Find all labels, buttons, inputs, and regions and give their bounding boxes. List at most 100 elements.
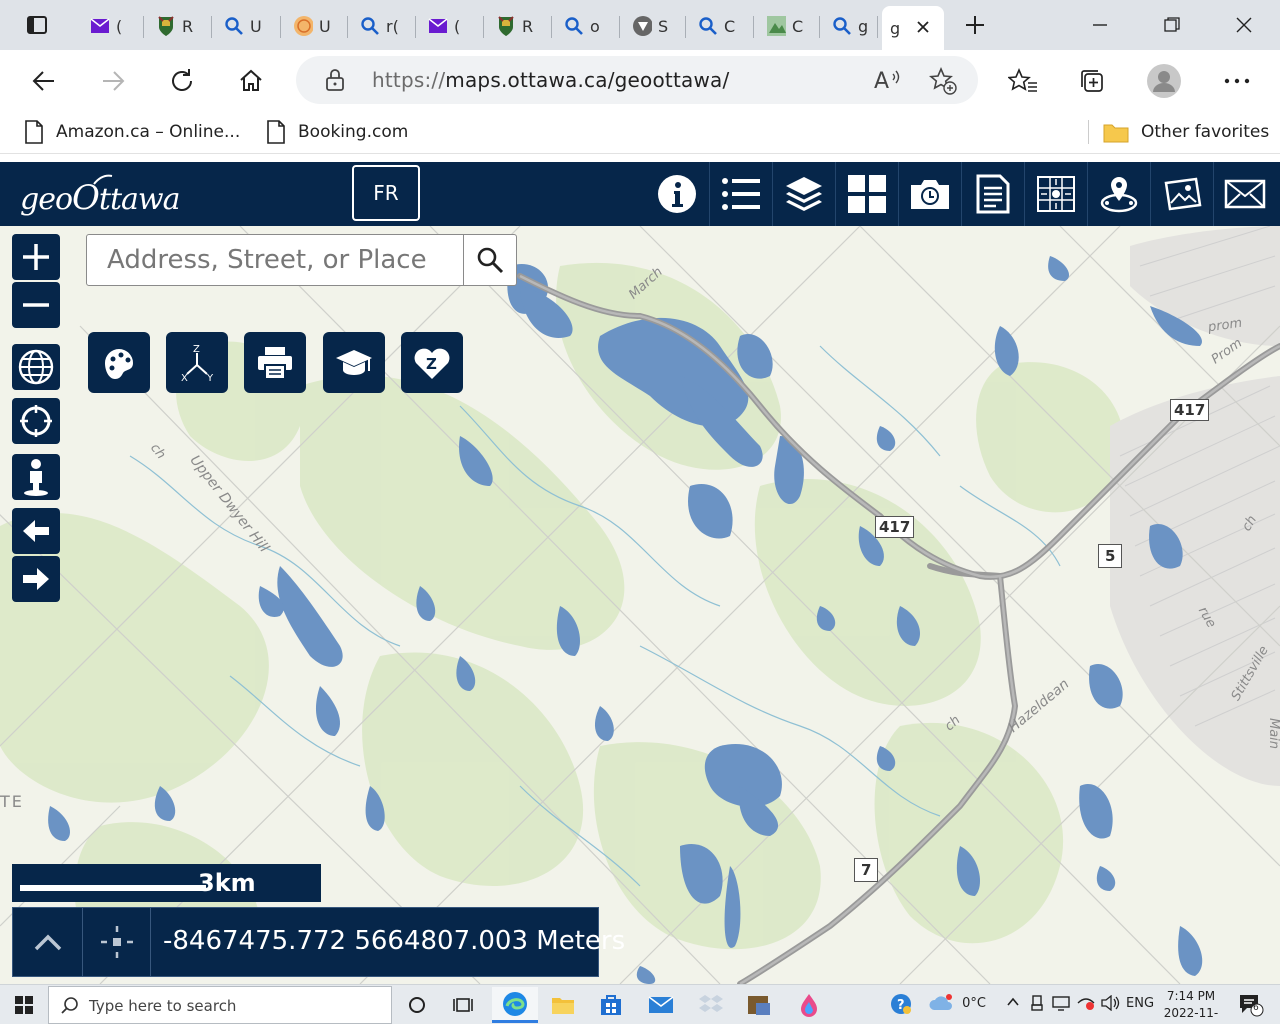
- url-box[interactable]: https://maps.ottawa.ca/geoottawa/ A: [296, 56, 978, 104]
- lock-icon[interactable]: [324, 68, 346, 96]
- favorites-icon[interactable]: [1004, 62, 1042, 100]
- usb-tray-icon[interactable]: [1030, 995, 1044, 1015]
- more-menu-icon[interactable]: [1218, 62, 1256, 100]
- favorite-amazon[interactable]: Amazon.ca – Online...: [24, 118, 240, 146]
- graduation-cap-icon: [336, 349, 372, 375]
- weather-tray[interactable]: 0°C: [928, 993, 986, 1013]
- geoottawa-logo[interactable]: geoOttawa: [20, 172, 180, 218]
- cortana-icon: [409, 997, 425, 1013]
- tab-separator: [551, 16, 552, 38]
- browser-tab[interactable]: C: [758, 8, 820, 44]
- contact-mail-button[interactable]: [1213, 162, 1275, 226]
- read-aloud-icon[interactable]: A: [874, 68, 902, 96]
- taskbar-edge[interactable]: [492, 987, 538, 1023]
- photo-button[interactable]: [1150, 162, 1212, 226]
- historical-imagery-button[interactable]: [898, 162, 960, 226]
- start-button[interactable]: [0, 985, 48, 1024]
- map-pin-icon: [1100, 177, 1137, 213]
- info-button[interactable]: [646, 162, 708, 226]
- zoom-out-button[interactable]: [12, 282, 60, 328]
- browser-tab[interactable]: (: [420, 8, 484, 44]
- education-button[interactable]: [323, 332, 385, 393]
- browser-tab[interactable]: R: [488, 8, 552, 44]
- search-button[interactable]: [463, 235, 516, 285]
- printer-icon: [258, 346, 292, 380]
- taskbar-search-box[interactable]: Type here to search: [48, 986, 392, 1024]
- globe-icon: [18, 349, 54, 385]
- taskbar-file-explorer[interactable]: [540, 987, 586, 1023]
- full-extent-button[interactable]: [12, 344, 60, 390]
- browser-tab[interactable]: (: [82, 8, 144, 44]
- search-icon: [360, 16, 380, 36]
- back-icon[interactable]: [25, 62, 63, 100]
- notifications-button[interactable]: 6: [1238, 993, 1264, 1021]
- cortana-button[interactable]: [394, 987, 440, 1023]
- collections-icon[interactable]: [1073, 62, 1111, 100]
- coordinate-pick-button[interactable]: [83, 908, 151, 976]
- browser-tab[interactable]: R: [148, 8, 212, 44]
- tab-title: (: [454, 16, 461, 36]
- url-text[interactable]: https://maps.ottawa.ca/geoottawa/: [372, 68, 729, 92]
- network-tray-icon[interactable]: [1076, 995, 1096, 1015]
- browser-tab[interactable]: r(: [352, 8, 416, 44]
- close-window-icon[interactable]: [1224, 10, 1264, 40]
- print-button[interactable]: [244, 332, 306, 393]
- taskbar-mail[interactable]: [638, 987, 684, 1023]
- address-search-input[interactable]: [87, 235, 463, 285]
- measure-tool-button[interactable]: [88, 332, 150, 393]
- zoom-in-button[interactable]: [12, 234, 60, 280]
- tab-title: g: [858, 16, 869, 36]
- browser-tab[interactable]: U: [285, 8, 348, 44]
- browser-tab[interactable]: C: [690, 8, 754, 44]
- previous-extent-button[interactable]: [12, 508, 60, 554]
- map-grid-button[interactable]: [1024, 162, 1086, 226]
- tab-title: R: [522, 16, 534, 36]
- xyz-coordinate-button[interactable]: Z X Y: [166, 332, 228, 393]
- restore-icon[interactable]: [1152, 10, 1192, 40]
- profile-avatar[interactable]: [1145, 62, 1183, 100]
- zoning-button[interactable]: Z: [401, 332, 463, 393]
- taskbar-clock[interactable]: 7:14 PM 2022-11-16: [1158, 988, 1224, 1024]
- coordinate-toggle-button[interactable]: [13, 908, 83, 976]
- new-tab-icon[interactable]: [960, 10, 990, 40]
- volume-tray-icon[interactable]: [1100, 994, 1120, 1015]
- add-favorite-icon[interactable]: [928, 66, 958, 100]
- french-language-button[interactable]: FR: [352, 165, 420, 221]
- browser-tab[interactable]: g: [882, 6, 944, 50]
- document-button[interactable]: [961, 162, 1023, 226]
- search-icon: [564, 16, 584, 36]
- taskbar-store[interactable]: [588, 987, 634, 1023]
- search-icon: [477, 247, 504, 274]
- street-view-button[interactable]: [12, 454, 60, 500]
- help-tray-icon[interactable]: ?: [890, 993, 912, 1019]
- taskbar-app-photo[interactable]: [736, 987, 782, 1023]
- browser-tab[interactable]: o: [556, 8, 620, 44]
- svg-text:Z: Z: [426, 355, 437, 373]
- show-hidden-icons[interactable]: [1006, 995, 1020, 1013]
- minimize-icon[interactable]: [1080, 10, 1120, 40]
- close-tab-icon[interactable]: [916, 19, 930, 38]
- tab-actions-icon[interactable]: [22, 10, 52, 40]
- task-view-button[interactable]: [440, 987, 486, 1023]
- next-extent-button[interactable]: [12, 556, 60, 602]
- favorite-booking[interactable]: Booking.com: [266, 118, 408, 146]
- list-button[interactable]: [709, 162, 771, 226]
- layers-button[interactable]: [772, 162, 834, 226]
- forward-icon[interactable]: [94, 62, 132, 100]
- input-language[interactable]: ENG: [1126, 996, 1154, 1011]
- browser-tab[interactable]: U: [216, 8, 281, 44]
- taskbar-dropbox[interactable]: [688, 987, 734, 1023]
- scale-line: [20, 885, 206, 891]
- map-pin-button[interactable]: [1087, 162, 1149, 226]
- browser-tab[interactable]: S: [624, 8, 686, 44]
- browser-tab[interactable]: g: [824, 8, 878, 44]
- display-tray-icon[interactable]: [1052, 995, 1070, 1015]
- grid-button[interactable]: [835, 162, 897, 226]
- refresh-icon[interactable]: [163, 62, 201, 100]
- map-canvas[interactable]: 417 417 5 7 March Upper Dwyer Hill Hazel…: [0, 226, 1280, 984]
- home-icon[interactable]: [232, 62, 270, 100]
- coordinate-bar: -8467475.772 5664807.003 Meters: [12, 907, 625, 977]
- taskbar-paint[interactable]: [786, 987, 832, 1023]
- other-favorites[interactable]: Other favorites: [1103, 118, 1269, 146]
- locate-button[interactable]: [12, 398, 60, 444]
